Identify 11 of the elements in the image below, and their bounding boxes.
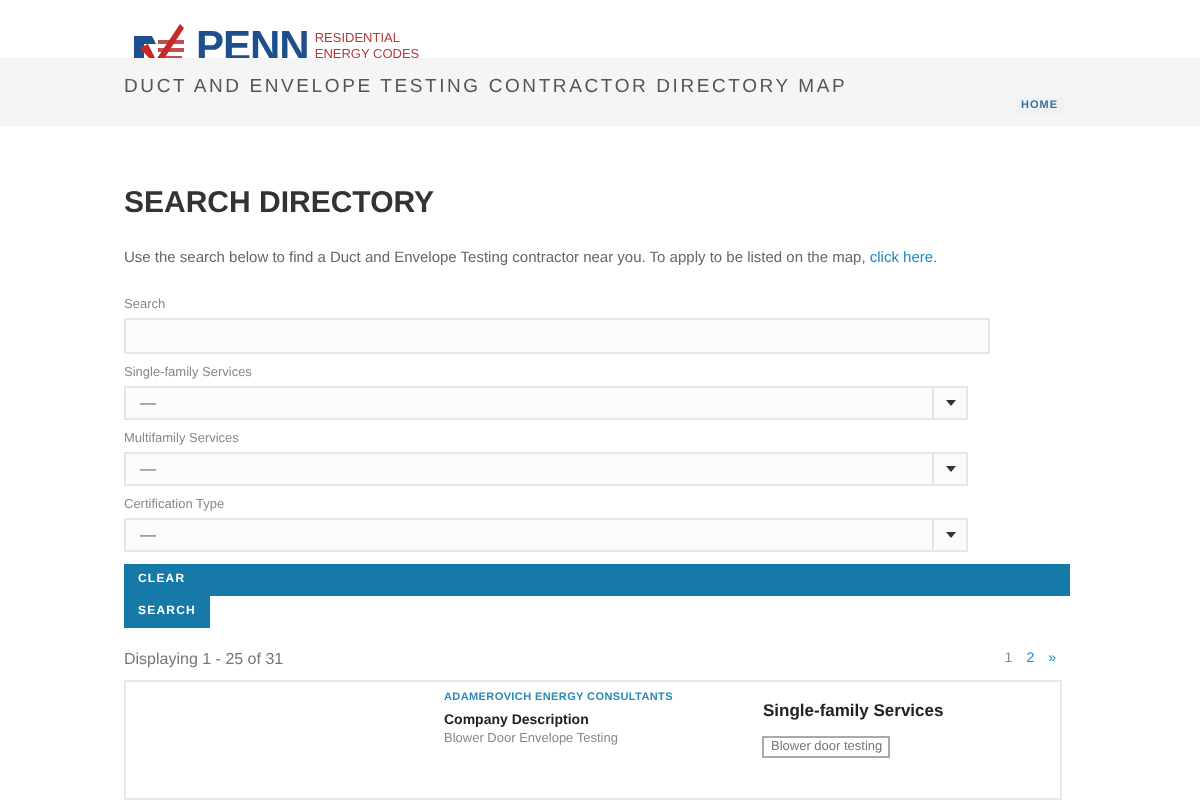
section-heading: SEARCH DIRECTORY	[124, 186, 437, 220]
caret-icon	[945, 400, 955, 406]
search-field[interactable]	[124, 318, 990, 354]
results-count: Displaying 1 - 25 of 31	[124, 650, 284, 668]
caret-icon	[945, 466, 955, 472]
services-heading: Single-family Services	[762, 700, 944, 720]
caret-icon	[945, 532, 955, 538]
page-title: DUCT AND ENVELOPE TESTING CONTRACTOR DIRECTORY MAP	[124, 76, 850, 99]
dropdown-field[interactable]: —	[124, 452, 968, 486]
dropdown-field[interactable]: —	[124, 386, 968, 420]
dropdown-field[interactable]: —	[124, 518, 968, 552]
